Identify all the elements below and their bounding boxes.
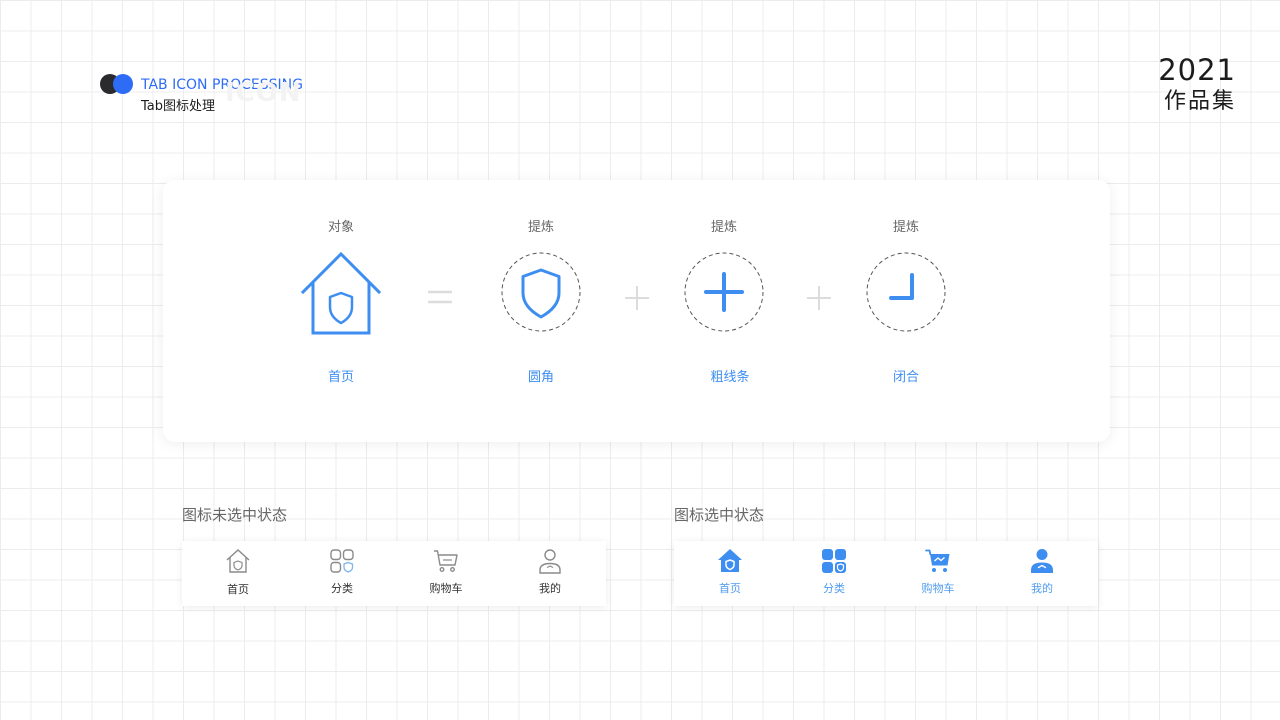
unselected-title: 图标未选中状态 <box>182 506 288 524</box>
title-zh: Tab图标处理 <box>141 99 216 114</box>
column-bottom-label: 闭合 <box>892 370 919 385</box>
house-shield-icon <box>300 251 382 335</box>
tab-label: 首页 <box>227 583 249 596</box>
plus-icon <box>684 252 764 332</box>
column-top-label: 提炼 <box>892 220 919 235</box>
tab-profile[interactable]: 我的 <box>510 541 590 606</box>
tab-category[interactable]: 分类 <box>794 541 874 606</box>
cart-icon <box>434 550 458 572</box>
tab-profile[interactable]: 我的 <box>1002 541 1082 606</box>
cart-icon <box>925 549 950 572</box>
watermark-text: ICON <box>225 78 302 108</box>
breakdown-column-rounded: 提炼 圆角 <box>461 180 621 442</box>
shield-icon <box>501 252 581 332</box>
tab-bar-selected: 首页 分类 购物车 我的 <box>674 541 1098 606</box>
column-top-label: 提炼 <box>527 220 554 235</box>
tab-label: 分类 <box>823 582 845 595</box>
home-icon <box>226 549 250 573</box>
year-number: 2021 <box>1158 53 1236 87</box>
tab-label: 首页 <box>719 582 741 595</box>
tab-label: 我的 <box>1031 582 1053 595</box>
icon-breakdown-card: 对象 首页 提炼 圆角 提炼 粗线条 提炼 闭合 <box>163 180 1110 442</box>
column-bottom-label: 圆角 <box>527 370 554 385</box>
tab-cart[interactable]: 购物车 <box>406 541 486 606</box>
year-label: 作品集 <box>1163 89 1236 114</box>
tab-bar-unselected: 首页 分类 购物车 我的 <box>182 541 606 606</box>
breakdown-column-closed: 提炼 闭合 <box>826 180 986 442</box>
tab-label: 购物车 <box>921 582 955 595</box>
breakdown-column-object: 对象 首页 <box>261 180 421 442</box>
brand-dot-blue <box>113 74 133 94</box>
corner-icon <box>866 252 946 332</box>
home-icon <box>718 549 742 572</box>
user-icon <box>1031 549 1053 573</box>
tab-label: 我的 <box>539 582 561 595</box>
category-icon <box>330 549 354 573</box>
column-top-label: 提炼 <box>710 220 737 235</box>
selected-title: 图标选中状态 <box>674 506 765 524</box>
user-icon <box>539 549 561 574</box>
year-block: 2021 作品集 <box>1158 52 1236 116</box>
column-top-label: 对象 <box>327 220 354 235</box>
tab-category[interactable]: 分类 <box>302 541 382 606</box>
equals-operator <box>420 278 460 318</box>
tab-label: 分类 <box>331 582 353 595</box>
equals-icon <box>428 290 452 304</box>
column-bottom-label: 粗线条 <box>710 370 750 385</box>
tab-home[interactable]: 首页 <box>198 541 278 606</box>
tab-home[interactable]: 首页 <box>690 541 770 606</box>
breakdown-column-thick-lines: 提炼 粗线条 <box>644 180 804 442</box>
tab-label: 购物车 <box>429 582 463 595</box>
column-bottom-label: 首页 <box>327 370 354 385</box>
tab-cart[interactable]: 购物车 <box>898 541 978 606</box>
category-icon <box>822 549 846 573</box>
